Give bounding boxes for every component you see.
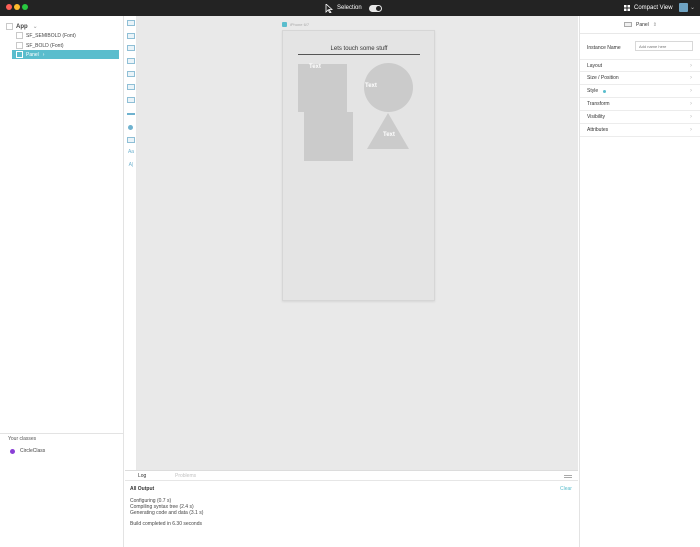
cursor-icon bbox=[325, 3, 333, 13]
device-icon bbox=[282, 22, 287, 27]
section-label: Visibility bbox=[587, 114, 605, 120]
shape-text-label[interactable]: Text bbox=[309, 64, 321, 70]
selected-element-label: Panel bbox=[636, 21, 649, 28]
tree-item-label: SF_SEMIBOLD (Font) bbox=[26, 32, 76, 39]
section-label: Size / Position bbox=[587, 75, 619, 81]
tab-log[interactable]: Log bbox=[138, 473, 146, 479]
chevron-right-icon: › bbox=[690, 101, 692, 107]
tree-item-label: Panel bbox=[26, 51, 39, 58]
class-label: CircleClass bbox=[20, 448, 46, 454]
circle-tool-icon[interactable] bbox=[128, 125, 133, 130]
section-attributes[interactable]: Attributes › bbox=[580, 124, 700, 137]
columns-tool-icon[interactable] bbox=[127, 97, 135, 103]
shape-text-label[interactable]: Text bbox=[383, 132, 395, 138]
chevron-down-icon[interactable]: ⌄ bbox=[690, 4, 695, 11]
tree-item-panel[interactable]: Panel › bbox=[12, 50, 119, 59]
stack-tool-icon[interactable] bbox=[127, 71, 135, 77]
chevron-right-icon: › bbox=[690, 127, 692, 133]
table-tool-icon[interactable] bbox=[127, 45, 135, 51]
chevron-down-icon[interactable]: ⌄ bbox=[33, 23, 38, 30]
section-label: Layout bbox=[587, 62, 603, 69]
user-avatar[interactable] bbox=[679, 3, 688, 12]
layers-sidebar: App ⌄ SF_SEMIBOLD (Font) SF_BOLD (Font) … bbox=[0, 16, 124, 547]
log-tabs: Log Problems bbox=[125, 471, 578, 481]
instance-name-input[interactable] bbox=[635, 41, 693, 51]
grid-tool-icon[interactable] bbox=[127, 33, 135, 39]
panel-title[interactable]: Lets touch some stuff bbox=[298, 46, 420, 52]
section-layout[interactable]: Layout › bbox=[580, 59, 700, 72]
section-size-position[interactable]: Size / Position › bbox=[580, 72, 700, 85]
panel-icon bbox=[624, 22, 632, 27]
clear-log-button[interactable]: Clear bbox=[560, 486, 572, 492]
image-tool-icon[interactable] bbox=[127, 137, 135, 143]
chevron-right-icon[interactable]: › bbox=[43, 52, 45, 58]
text-tool-icon[interactable]: Aa bbox=[127, 149, 135, 155]
app-icon bbox=[6, 23, 13, 30]
chevron-right-icon: › bbox=[690, 62, 692, 69]
log-line: Generating code and data (3.1 s) bbox=[130, 510, 204, 516]
device-name: iPhone 6/7 bbox=[290, 22, 310, 27]
zoom-window-button[interactable] bbox=[22, 4, 28, 10]
rectangle-shape[interactable] bbox=[298, 64, 347, 112]
minimize-window-button[interactable] bbox=[14, 4, 20, 10]
tree-item-app[interactable]: App ⌄ bbox=[0, 22, 124, 31]
instance-name-label: Instance Name bbox=[587, 45, 621, 51]
design-canvas[interactable]: iPhone 6/7 Lets touch some stuff Text Te… bbox=[137, 16, 578, 470]
inspector-header[interactable]: Panel ⇕ bbox=[580, 16, 700, 34]
title-bar: Selection Compact View ⌄ bbox=[0, 0, 700, 16]
selection-label: Selection bbox=[337, 5, 362, 11]
tree-item-label: App bbox=[16, 23, 28, 30]
inspector-panel: Panel ⇕ Instance Name Layout › Size / Po… bbox=[579, 16, 700, 547]
classes-heading: Your classes bbox=[8, 436, 37, 442]
selection-mode-control[interactable]: Selection bbox=[325, 3, 382, 13]
tree-item-font-semibold[interactable]: SF_SEMIBOLD (Font) bbox=[0, 31, 124, 40]
panel-tool-icon[interactable] bbox=[127, 20, 135, 26]
section-style[interactable]: Style › bbox=[580, 85, 700, 98]
class-icon bbox=[10, 448, 15, 454]
selection-toggle[interactable] bbox=[368, 4, 382, 12]
component-toolbar: Aa A| bbox=[125, 16, 137, 547]
line-tool-icon[interactable] bbox=[127, 113, 135, 115]
section-transform[interactable]: Transform › bbox=[580, 98, 700, 111]
section-visibility[interactable]: Visibility › bbox=[580, 111, 700, 124]
modified-indicator-dot bbox=[603, 89, 607, 93]
compact-view-label: Compact View bbox=[634, 5, 673, 11]
tree-item-font-bold[interactable]: SF_BOLD (Font) bbox=[0, 41, 124, 50]
panel-icon bbox=[16, 51, 23, 58]
section-label: Transform bbox=[587, 101, 610, 107]
section-label: Style bbox=[587, 88, 599, 94]
list-tool-icon[interactable] bbox=[127, 58, 135, 64]
chevron-right-icon: › bbox=[690, 88, 692, 94]
log-panel: Log Problems All Output Clear Configurin… bbox=[125, 470, 578, 547]
section-label: Attributes bbox=[587, 127, 609, 133]
compact-view-icon bbox=[624, 5, 630, 11]
device-label[interactable]: iPhone 6/7 bbox=[282, 22, 309, 27]
rectangle-shape[interactable] bbox=[304, 112, 353, 161]
chevron-right-icon: › bbox=[690, 75, 692, 81]
title-divider bbox=[298, 54, 420, 55]
close-window-button[interactable] bbox=[6, 4, 12, 10]
tab-problems[interactable]: Problems bbox=[175, 473, 196, 479]
compact-view-button[interactable]: Compact View bbox=[624, 3, 673, 13]
font-icon bbox=[16, 32, 23, 39]
chevron-right-icon: › bbox=[690, 114, 692, 120]
up-down-chevron-icon[interactable]: ⇕ bbox=[653, 22, 657, 28]
shape-text-label[interactable]: Text bbox=[365, 83, 377, 89]
tree-item-label: SF_BOLD (Font) bbox=[26, 42, 64, 49]
text-input-tool-icon[interactable]: A| bbox=[127, 162, 135, 168]
font-icon bbox=[16, 42, 23, 49]
output-heading: All Output bbox=[130, 486, 155, 492]
phone-frame[interactable]: Lets touch some stuff Text Text Text bbox=[282, 30, 435, 301]
collapse-panel-icon[interactable] bbox=[564, 475, 572, 478]
triangle-shape[interactable] bbox=[367, 113, 409, 149]
log-line: Build completed in 6.30 seconds bbox=[130, 521, 202, 527]
class-item[interactable]: CircleClass bbox=[10, 448, 45, 454]
scroll-tool-icon[interactable] bbox=[127, 84, 135, 90]
divider bbox=[0, 433, 124, 434]
